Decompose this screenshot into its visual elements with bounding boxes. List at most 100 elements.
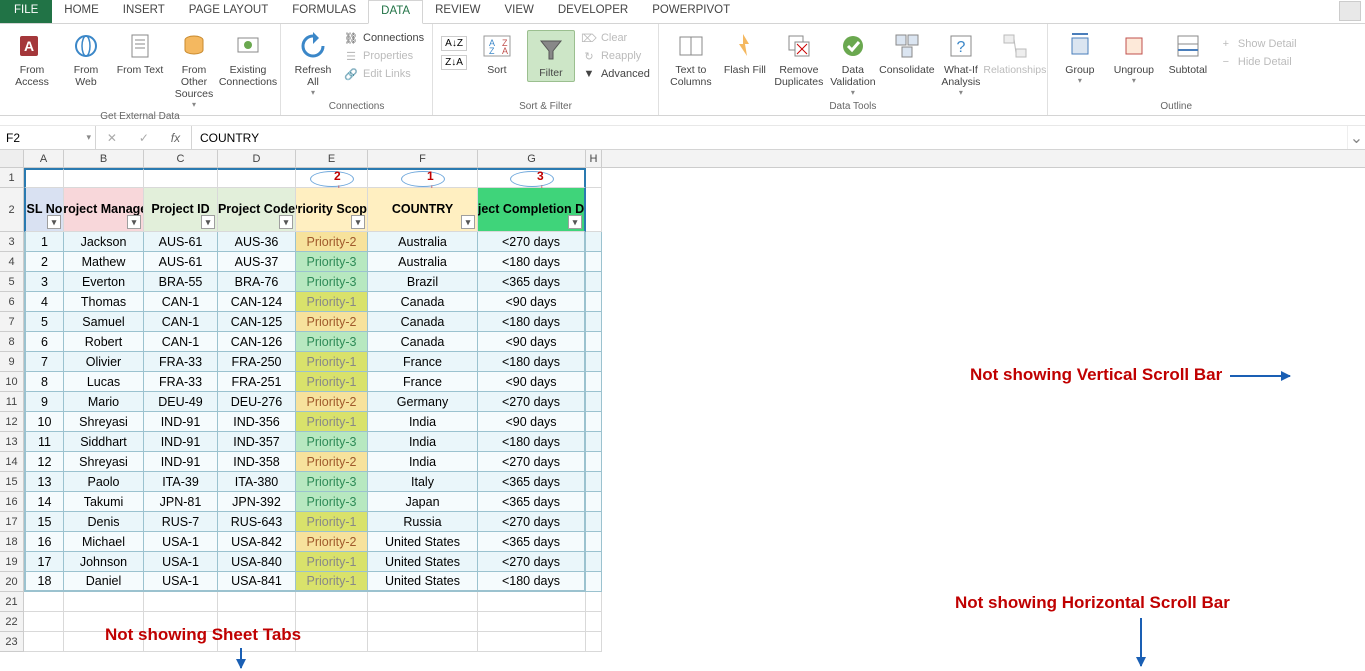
cell-project-id[interactable]: RUS-7: [144, 512, 218, 532]
cell-priority[interactable]: Priority-1: [296, 552, 368, 572]
hdr-project-code[interactable]: Project Code▾: [218, 188, 296, 232]
cell-project-code[interactable]: JPN-392: [218, 492, 296, 512]
cell-project-id[interactable]: CAN-1: [144, 292, 218, 312]
cell-sl-no[interactable]: 13: [24, 472, 64, 492]
cell-priority[interactable]: Priority-3: [296, 252, 368, 272]
row-header-19[interactable]: 19: [0, 552, 24, 572]
properties-button[interactable]: ☰Properties: [343, 48, 424, 64]
name-box[interactable]: F2▾: [0, 126, 96, 149]
cell-completion-days[interactable]: <90 days: [478, 292, 586, 312]
row-header-21[interactable]: 21: [0, 592, 24, 612]
cell-priority[interactable]: Priority-1: [296, 572, 368, 592]
cell-country[interactable]: Russia: [368, 512, 478, 532]
cell-project-id[interactable]: IND-91: [144, 432, 218, 452]
cell-manager[interactable]: Takumi: [64, 492, 144, 512]
cell-country[interactable]: Italy: [368, 472, 478, 492]
cell-completion-days[interactable]: <270 days: [478, 512, 586, 532]
filter-dd-C[interactable]: ▾: [201, 215, 215, 229]
cancel-formula-icon[interactable]: ✕: [107, 131, 117, 145]
sort-za-button[interactable]: Z↓A: [441, 55, 467, 70]
cell-project-id[interactable]: AUS-61: [144, 232, 218, 252]
cell-project-id[interactable]: USA-1: [144, 532, 218, 552]
cell-country[interactable]: Australia: [368, 252, 478, 272]
cell-priority[interactable]: Priority-2: [296, 452, 368, 472]
cell-completion-days[interactable]: <365 days: [478, 472, 586, 492]
cell-sl-no[interactable]: 7: [24, 352, 64, 372]
cell-sl-no[interactable]: 2: [24, 252, 64, 272]
row-header-1[interactable]: 1: [0, 168, 24, 188]
connections-button[interactable]: ⛓Connections: [343, 30, 424, 46]
cell-priority[interactable]: Priority-1: [296, 292, 368, 312]
cell-manager[interactable]: Shreyasi: [64, 412, 144, 432]
sort-az-button[interactable]: A↓Z: [441, 36, 467, 51]
cell-project-code[interactable]: CAN-124: [218, 292, 296, 312]
cell-country[interactable]: United States: [368, 552, 478, 572]
cell-country[interactable]: Germany: [368, 392, 478, 412]
cell-completion-days[interactable]: <180 days: [478, 432, 586, 452]
ungroup-button[interactable]: Ungroup▾: [1110, 30, 1158, 85]
tab-insert[interactable]: INSERT: [111, 0, 177, 23]
cell-project-id[interactable]: USA-1: [144, 552, 218, 572]
advanced-filter-button[interactable]: ▼Advanced: [581, 66, 650, 82]
cell-project-id[interactable]: BRA-55: [144, 272, 218, 292]
cell-manager[interactable]: Michael: [64, 532, 144, 552]
cell-priority[interactable]: Priority-1: [296, 372, 368, 392]
cell-manager[interactable]: Paolo: [64, 472, 144, 492]
filter-dd-E[interactable]: ▾: [351, 215, 365, 229]
clear-filter-button[interactable]: ⌦Clear: [581, 30, 650, 46]
row-header-16[interactable]: 16: [0, 492, 24, 512]
cell-priority[interactable]: Priority-2: [296, 532, 368, 552]
cell-project-id[interactable]: CAN-1: [144, 312, 218, 332]
filter-dd-D[interactable]: ▾: [279, 215, 293, 229]
cell-country[interactable]: Australia: [368, 232, 478, 252]
flash-fill-button[interactable]: Flash Fill: [721, 30, 769, 76]
col-header-G[interactable]: G: [478, 150, 586, 167]
cell-priority[interactable]: Priority-3: [296, 432, 368, 452]
cell-project-code[interactable]: BRA-76: [218, 272, 296, 292]
filter-button[interactable]: Filter: [527, 30, 575, 82]
col-header-F[interactable]: F: [368, 150, 478, 167]
row-header-5[interactable]: 5: [0, 272, 24, 292]
cell-completion-days[interactable]: <180 days: [478, 572, 586, 592]
row-header-2[interactable]: 2: [0, 188, 24, 232]
cell-completion-days[interactable]: <270 days: [478, 232, 586, 252]
cell-project-code[interactable]: USA-840: [218, 552, 296, 572]
user-account-icon[interactable]: [1339, 1, 1361, 21]
col-header-A[interactable]: A: [24, 150, 64, 167]
from-other-sources-button[interactable]: From Other Sources▾: [170, 30, 218, 109]
cell-completion-days[interactable]: <90 days: [478, 332, 586, 352]
col-header-D[interactable]: D: [218, 150, 296, 167]
filter-dd-B[interactable]: ▾: [127, 215, 141, 229]
cell-manager[interactable]: Jackson: [64, 232, 144, 252]
cell-country[interactable]: Canada: [368, 312, 478, 332]
cell-sl-no[interactable]: 9: [24, 392, 64, 412]
select-all-corner[interactable]: [0, 150, 24, 167]
cell-project-code[interactable]: AUS-37: [218, 252, 296, 272]
subtotal-button[interactable]: Subtotal: [1164, 30, 1212, 76]
cell-manager[interactable]: Daniel: [64, 572, 144, 592]
what-if-button[interactable]: ?What-If Analysis▾: [937, 30, 985, 97]
cell-manager[interactable]: Samuel: [64, 312, 144, 332]
cell-completion-days[interactable]: <180 days: [478, 252, 586, 272]
reapply-button[interactable]: ↻Reapply: [581, 48, 650, 64]
cell-sl-no[interactable]: 12: [24, 452, 64, 472]
cell-project-code[interactable]: IND-358: [218, 452, 296, 472]
row-header-6[interactable]: 6: [0, 292, 24, 312]
tab-review[interactable]: REVIEW: [423, 0, 492, 23]
tab-developer[interactable]: DEVELOPER: [546, 0, 640, 23]
cell-priority[interactable]: Priority-1: [296, 352, 368, 372]
cell-completion-days[interactable]: <270 days: [478, 452, 586, 472]
row-header-11[interactable]: 11: [0, 392, 24, 412]
cell-priority[interactable]: Priority-3: [296, 272, 368, 292]
row-header-10[interactable]: 10: [0, 372, 24, 392]
existing-connections-button[interactable]: Existing Connections: [224, 30, 272, 88]
cell-manager[interactable]: Siddhart: [64, 432, 144, 452]
row-header-20[interactable]: 20: [0, 572, 24, 592]
cell-project-id[interactable]: JPN-81: [144, 492, 218, 512]
from-access-button[interactable]: AFrom Access: [8, 30, 56, 88]
tab-formulas[interactable]: FORMULAS: [280, 0, 368, 23]
cell-manager[interactable]: Johnson: [64, 552, 144, 572]
row-header-14[interactable]: 14: [0, 452, 24, 472]
cell-priority[interactable]: Priority-2: [296, 392, 368, 412]
cell-project-id[interactable]: USA-1: [144, 572, 218, 592]
